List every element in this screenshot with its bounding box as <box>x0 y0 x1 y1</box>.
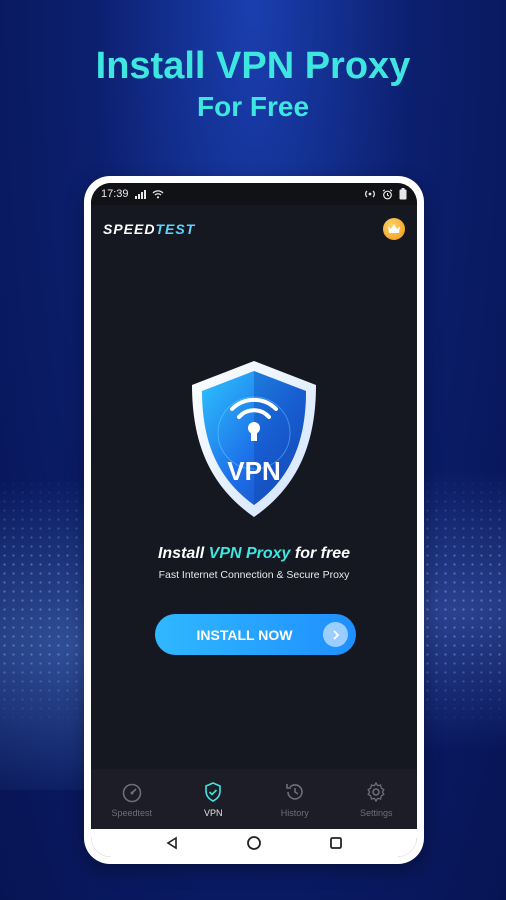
vpn-shield-illustration: VPN <box>186 359 322 519</box>
signal-icon <box>134 189 146 199</box>
bottom-navigation: Speedtest VPN History Settings <box>91 769 417 829</box>
promo-headline: Install VPN Proxy For Free <box>0 44 506 124</box>
battery-icon <box>399 188 407 200</box>
promo-subtitle: Fast Internet Connection & Secure Proxy <box>158 569 350 581</box>
status-bar: 17:39 <box>91 183 417 205</box>
nav-label-history: History <box>280 807 309 818</box>
phone-screen: 17:39 SPEEDTEST VPN Install VPN Proxy fo… <box>91 183 417 857</box>
promo-title-highlight: VPN Proxy <box>208 545 291 562</box>
gear-icon <box>367 781 385 802</box>
nav-label-vpn: VPN <box>203 807 223 818</box>
nav-item-vpn[interactable]: VPN <box>178 781 248 818</box>
hotspot-icon <box>365 190 375 198</box>
premium-crown-button[interactable] <box>383 218 405 240</box>
nav-label-speedtest: Speedtest <box>111 807 153 818</box>
history-icon <box>285 783 303 800</box>
logo-part2: TEST <box>155 221 196 237</box>
wifi-icon <box>152 190 163 199</box>
promo-title-suffix: for free <box>290 545 351 562</box>
promo-title: Install VPN Proxy for free <box>91 545 417 563</box>
home-icon[interactable] <box>246 835 262 851</box>
headline-line2: For Free <box>196 91 310 122</box>
shield-vpn-label: VPN <box>227 456 280 486</box>
headline-line1: Install VPN Proxy <box>95 45 411 87</box>
app-bar: SPEEDTEST <box>91 205 417 253</box>
speedometer-icon <box>122 783 142 802</box>
alarm-icon <box>382 188 393 199</box>
back-icon[interactable] <box>165 836 179 850</box>
logo-part1: SPEED <box>103 221 156 237</box>
promo-title-prefix: Install <box>157 545 209 562</box>
app-logo: SPEEDTEST <box>103 221 195 237</box>
install-now-label: INSTALL NOW <box>196 626 293 643</box>
crown-icon <box>388 224 400 233</box>
nav-item-speedtest[interactable]: Speedtest <box>97 781 167 818</box>
nav-label-settings: Settings <box>359 807 393 818</box>
shield-icon: VPN <box>192 361 316 517</box>
phone-frame: 17:39 SPEEDTEST VPN Install VPN Proxy fo… <box>84 176 424 864</box>
status-time: 17:39 <box>101 188 129 200</box>
system-navigation-bar <box>91 829 417 857</box>
shield-check-icon <box>205 781 222 802</box>
recents-icon[interactable] <box>329 836 343 850</box>
install-now-button[interactable]: INSTALL NOW <box>155 614 356 655</box>
nav-item-history[interactable]: History <box>260 781 330 818</box>
chevron-right-icon <box>323 622 348 647</box>
nav-item-settings[interactable]: Settings <box>341 781 411 818</box>
